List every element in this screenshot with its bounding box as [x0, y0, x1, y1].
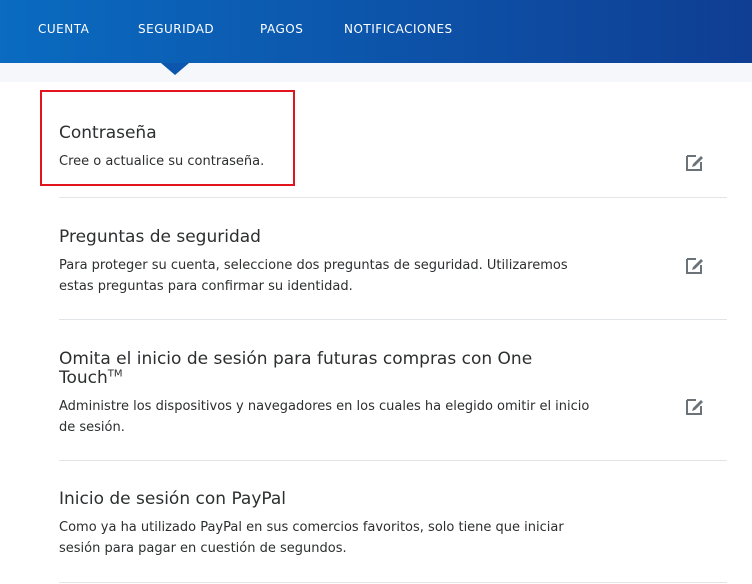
top-navigation-bar: CUENTA SEGURIDAD PAGOS NOTIFICACIONES	[0, 0, 752, 63]
edit-icon[interactable]	[684, 395, 706, 417]
section-title: Omita el inicio de sesión para futuras c…	[59, 350, 532, 388]
section-one-touch: Omita el inicio de sesión para futuras c…	[59, 320, 727, 461]
trademark-sup: TM	[107, 368, 123, 380]
section-title-line1: Omita el inicio de sesión para futuras c…	[59, 349, 533, 369]
active-tab-indicator	[161, 63, 189, 75]
section-description: Administre los dispositivos y navegadore…	[59, 399, 590, 435]
edit-icon[interactable]	[684, 254, 706, 276]
section-security-questions: Preguntas de seguridad Para proteger su …	[59, 198, 727, 320]
tab-seguridad[interactable]: SEGURIDAD	[138, 22, 214, 36]
tab-notificaciones[interactable]: NOTIFICACIONES	[344, 22, 453, 36]
section-description: Como ya ha utilizado PayPal en sus comer…	[59, 520, 564, 556]
tab-cuenta[interactable]: CUENTA	[38, 22, 89, 36]
tab-pagos[interactable]: PAGOS	[260, 22, 303, 36]
section-paypal-login: Inicio de sesión con PayPal Como ya ha u…	[59, 461, 727, 583]
subnav-band	[0, 63, 752, 82]
section-title-line2: TouchTM	[59, 369, 532, 388]
section-description: Para proteger su cuenta, seleccione dos …	[59, 258, 568, 294]
highlight-box	[40, 90, 295, 186]
edit-icon[interactable]	[684, 151, 706, 173]
section-title: Inicio de sesión con PayPal	[59, 489, 287, 509]
section-title-touch: Touch	[59, 368, 108, 388]
section-title: Preguntas de seguridad	[59, 227, 261, 247]
